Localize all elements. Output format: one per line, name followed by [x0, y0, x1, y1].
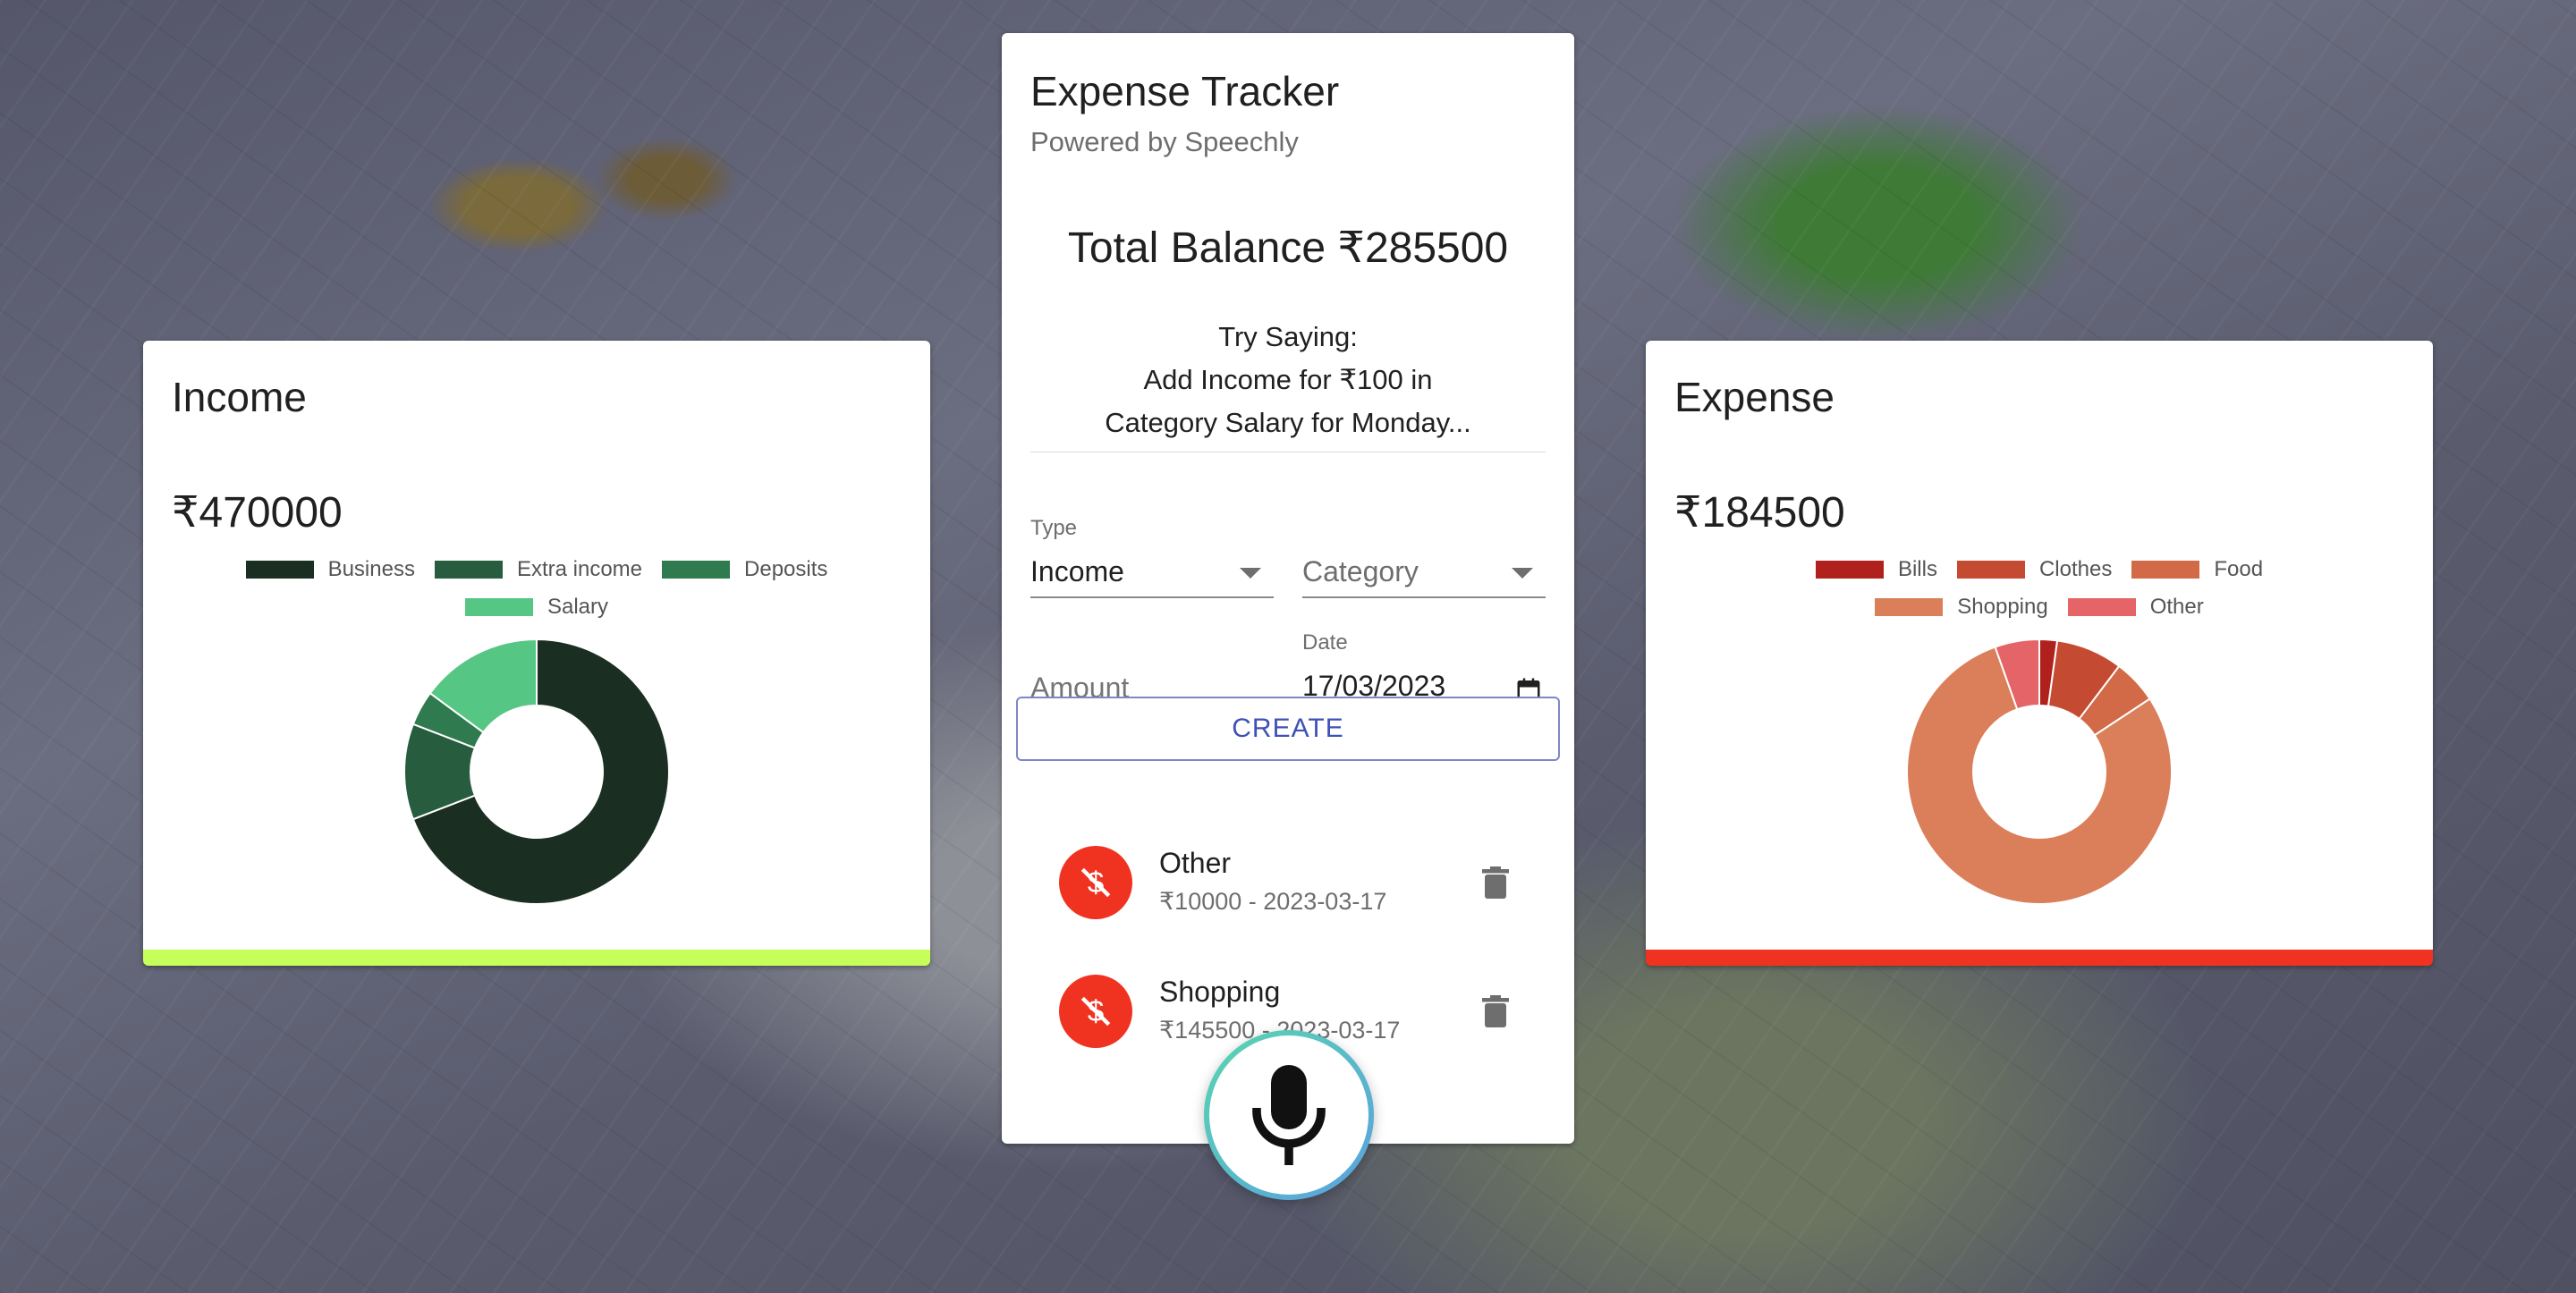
income-amount: ₹470000 — [172, 489, 343, 537]
expense-card: Expense ₹184500 Bills Clothes Food Shopping… — [1646, 341, 2433, 966]
legend-swatch — [464, 598, 533, 616]
expense-amount: ₹184500 — [1674, 489, 1845, 537]
date-label: Date — [1302, 630, 1348, 655]
money-off-icon: $ — [1059, 975, 1132, 1048]
legend-label: Bills — [1897, 557, 1937, 581]
legend-label: Salary — [547, 595, 609, 619]
legend-item-clothes[interactable]: Clothes — [1956, 557, 2113, 582]
legend-item-deposits[interactable]: Deposits — [662, 557, 827, 582]
legend-swatch — [1815, 561, 1884, 579]
transaction-category: Other — [1159, 847, 1232, 879]
expense-title: Expense — [1674, 374, 1835, 420]
microphone-button[interactable] — [1204, 1030, 1374, 1200]
hint-line: Add Income for ₹100 in — [1143, 364, 1433, 395]
chevron-down-icon — [1512, 568, 1533, 579]
income-legend: Business Extra income Deposits Salary — [143, 557, 930, 620]
category-select[interactable]: Category — [1302, 512, 1546, 600]
legend-swatch — [662, 561, 731, 579]
legend-swatch — [245, 561, 314, 579]
hint-line: Category Salary for Monday... — [1105, 407, 1471, 438]
legend-item-other[interactable]: Other — [2067, 595, 2204, 620]
legend-label: Extra income — [516, 557, 643, 581]
legend-item-food[interactable]: Food — [2131, 557, 2263, 582]
category-placeholder[interactable]: Category — [1302, 552, 1546, 598]
legend-swatch — [1956, 561, 2025, 579]
legend-swatch — [2131, 561, 2200, 579]
delete-icon[interactable] — [1479, 865, 1512, 900]
type-select[interactable]: Type Income — [1030, 512, 1274, 600]
money-off-icon: $ — [1059, 846, 1132, 919]
tracker-subtitle: Powered by Speechly — [1030, 126, 1299, 157]
legend-label: Other — [2149, 595, 2204, 619]
total-balance: Total Balance ₹285500 — [1067, 224, 1509, 272]
tracker-title: Expense Tracker — [1030, 68, 1340, 114]
chevron-down-icon — [1240, 568, 1261, 579]
income-card: Income ₹470000 Business Extra income Depos… — [143, 341, 930, 966]
microphone-icon — [1252, 1065, 1326, 1165]
income-donut-chart — [403, 638, 670, 905]
create-button[interactable]: CREATE — [1016, 697, 1560, 761]
legend-label: Clothes — [2038, 557, 2113, 581]
expense-legend: Bills Clothes Food Shopping Other — [1646, 557, 2433, 620]
transaction-detail: ₹10000 - 2023-03-17 — [1159, 888, 1387, 915]
legend-item-business[interactable]: Business — [245, 557, 415, 582]
income-title: Income — [172, 374, 307, 420]
delete-icon[interactable] — [1479, 993, 1512, 1029]
legend-label: Deposits — [744, 557, 828, 581]
legend-label: Business — [327, 557, 415, 581]
legend-label: Shopping — [1957, 595, 2048, 619]
legend-swatch — [2067, 598, 2136, 616]
hint-line: Try Saying: — [1218, 321, 1358, 352]
legend-swatch — [434, 561, 503, 579]
expense-tracker-card: Expense Tracker Powered by Speechly Tota… — [1002, 33, 1574, 1144]
type-label: Type — [1030, 516, 1078, 540]
expense-donut-chart — [1906, 638, 2173, 905]
legend-item-bills[interactable]: Bills — [1815, 557, 1937, 582]
legend-item-shopping[interactable]: Shopping — [1875, 595, 2048, 620]
legend-label: Food — [2214, 557, 2264, 581]
transaction-category: Shopping — [1159, 976, 1281, 1008]
legend-swatch — [1875, 598, 1944, 616]
type-value[interactable]: Income — [1030, 552, 1274, 598]
legend-item-salary[interactable]: Salary — [464, 595, 609, 620]
try-saying-hint: Try Saying: Add Income for ₹100 in Categ… — [1030, 316, 1546, 452]
transaction-item[interactable]: $ Other ₹10000 - 2023-03-17 — [1059, 841, 1524, 922]
legend-item-extra-income[interactable]: Extra income — [434, 557, 643, 582]
